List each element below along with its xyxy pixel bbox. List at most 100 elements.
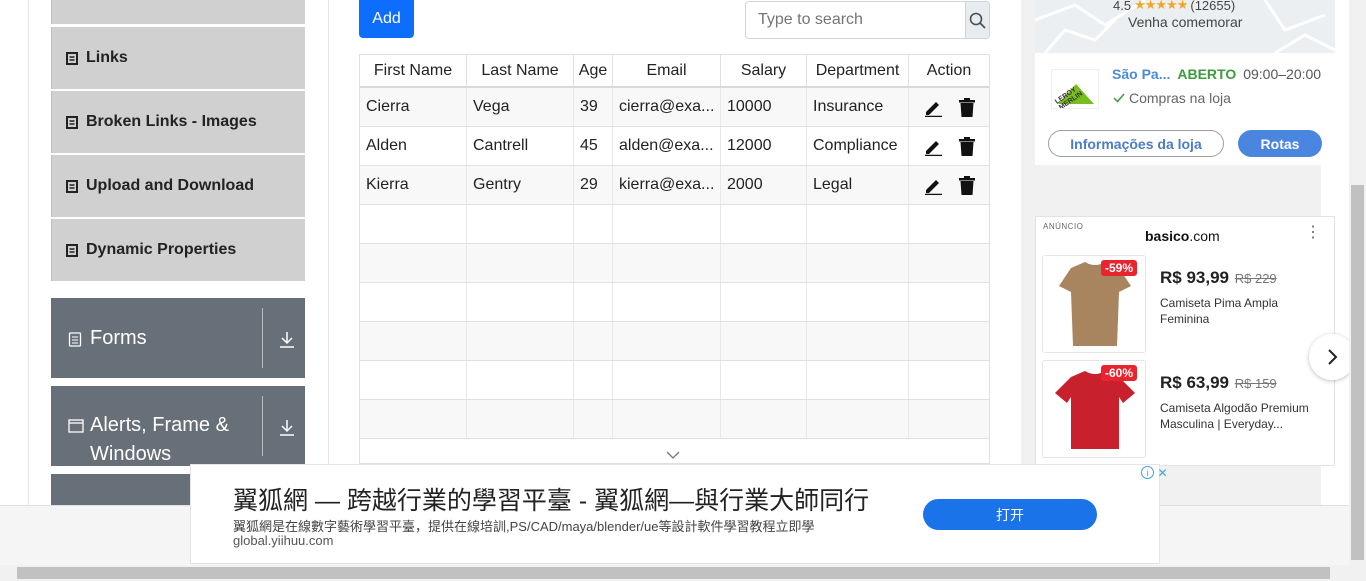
- group-label-line1: Alerts, Frame &: [90, 414, 229, 436]
- store-logo: LEROY MERLIN: [1051, 69, 1099, 109]
- stars-icon: ★★★★★: [1134, 0, 1188, 12]
- store-card[interactable]: LEROY MERLIN São Pa... ABERTO 09:00–20:0…: [1035, 53, 1335, 165]
- cell-salary: 10000: [721, 88, 807, 126]
- column-header[interactable]: Department: [807, 55, 909, 86]
- vertical-scroll-thumb[interactable]: [1351, 185, 1364, 560]
- web-table: First Name Last Name Age Email Salary De…: [359, 54, 990, 464]
- product-price: R$ 63,99 R$ 159: [1160, 373, 1277, 392]
- delete-icon[interactable]: [959, 136, 975, 156]
- cell-last-name: Vega: [467, 88, 574, 126]
- product-title[interactable]: Camiseta Pima Ampla Feminina: [1160, 295, 1320, 327]
- sidebar-item-label: Links: [86, 49, 128, 66]
- cell-first-name: Kierra: [360, 166, 467, 204]
- left-panel: Links Broken Links - Images Upload and D…: [28, 0, 329, 514]
- discount-badge: -60%: [1101, 365, 1138, 381]
- search-button[interactable]: [965, 2, 989, 38]
- cell-first-name: Alden: [360, 127, 467, 165]
- sidebar-item-broken-links[interactable]: Broken Links - Images: [51, 91, 305, 153]
- document-icon: [68, 332, 82, 347]
- cell-salary: 2000: [721, 166, 807, 204]
- edit-icon[interactable]: [923, 136, 943, 156]
- sidebar-item-links[interactable]: Links: [51, 27, 305, 89]
- store-hours: 09:00–20:00: [1243, 66, 1322, 82]
- edit-icon[interactable]: [923, 175, 943, 195]
- store-name[interactable]: São Pa...: [1112, 66, 1170, 82]
- list-icon: [66, 51, 78, 65]
- cell-age: 39: [574, 88, 613, 126]
- table-row: Alden Cantrell 45 alden@exa... 12000 Com…: [360, 127, 989, 166]
- product-ad[interactable]: ANÚNCIO basico.com ⋮ -59% R$ 93,99 R$ 22…: [1035, 216, 1335, 466]
- column-header[interactable]: Email: [613, 55, 721, 86]
- delete-icon[interactable]: [959, 97, 975, 117]
- cell-age: 29: [574, 166, 613, 204]
- sidebar-item-partial[interactable]: [51, 0, 305, 24]
- column-header[interactable]: Age: [574, 55, 613, 86]
- add-button[interactable]: Add: [359, 0, 414, 38]
- column-header[interactable]: First Name: [360, 55, 467, 86]
- product-image[interactable]: -59%: [1042, 255, 1146, 353]
- open-button[interactable]: 打开: [923, 499, 1097, 530]
- store-status: ABERTO: [1177, 66, 1237, 82]
- cell-department: Insurance: [807, 88, 909, 126]
- cell-department: Legal: [807, 166, 909, 204]
- chevron-down-icon: [666, 451, 680, 459]
- cell-action: [909, 127, 989, 165]
- map-snippet[interactable]: 4.5 ★★★★★ (12655) Venha comemorar: [1035, 0, 1335, 53]
- edit-icon[interactable]: [923, 97, 943, 117]
- group-alerts-frame-windows[interactable]: Alerts, Frame & Windows: [51, 386, 305, 466]
- group-forms[interactable]: Forms: [51, 298, 305, 378]
- sidebar-item-label: Broken Links - Images: [86, 113, 257, 130]
- table-header: First Name Last Name Age Email Salary De…: [360, 55, 989, 88]
- search-box: [745, 1, 990, 39]
- sidebar-item-label: Upload and Download: [86, 177, 254, 194]
- discount-badge: -59%: [1101, 260, 1138, 276]
- store-feature: Compras na loja: [1129, 90, 1231, 106]
- column-header[interactable]: Salary: [721, 55, 807, 86]
- check-icon: [1113, 93, 1125, 103]
- empty-row: [360, 205, 989, 244]
- table-row: Cierra Vega 39 cierra@exa... 10000 Insur…: [360, 88, 989, 127]
- cell-last-name: Cantrell: [467, 127, 574, 165]
- search-icon: [969, 12, 986, 29]
- horizontal-scroll-thumb[interactable]: [17, 567, 1330, 579]
- group-label: Forms: [90, 327, 147, 349]
- download-icon[interactable]: [278, 331, 296, 349]
- cell-email: alden@exa...: [613, 127, 721, 165]
- chevron-right-icon: [1328, 349, 1338, 365]
- cell-email: kierra@exa...: [613, 166, 721, 204]
- ad-label: ANÚNCIO: [1043, 222, 1084, 231]
- column-header[interactable]: Last Name: [467, 55, 574, 86]
- rating-value: 4.5: [1113, 0, 1132, 13]
- banner-headline[interactable]: 翼狐網 — 跨越行業的學習平臺 - 翼狐網—與行業大師同行: [233, 481, 869, 517]
- product-image[interactable]: -60%: [1042, 360, 1146, 458]
- cell-email: cierra@exa...: [613, 88, 721, 126]
- sidebar-item-upload-download[interactable]: Upload and Download: [51, 155, 305, 217]
- cell-action: [909, 88, 989, 126]
- download-icon[interactable]: [278, 419, 296, 437]
- cell-action: [909, 166, 989, 204]
- list-icon: [66, 115, 78, 129]
- directions-button[interactable]: Rotas: [1238, 130, 1322, 157]
- adchoices-icon[interactable]: i ✕: [1141, 465, 1169, 480]
- sidebar-item-label: Dynamic Properties: [86, 241, 237, 258]
- table-row: Kierra Gentry 29 kierra@exa... 2000 Lega…: [360, 166, 989, 205]
- product-title[interactable]: Camiseta Algodão Premium Masculina | Eve…: [1160, 400, 1310, 432]
- search-input[interactable]: [746, 2, 965, 38]
- column-header[interactable]: Action: [909, 55, 989, 86]
- empty-row: [360, 361, 989, 400]
- empty-row: [360, 244, 989, 283]
- more-options-icon[interactable]: ⋮: [1305, 225, 1321, 241]
- group-label-line2: Windows: [90, 443, 172, 465]
- close-icon: ✕: [1157, 465, 1168, 480]
- empty-row: [360, 283, 989, 322]
- cell-department: Compliance: [807, 127, 909, 165]
- window-icon: [68, 419, 84, 433]
- store-tagline: Venha comemorar: [1128, 14, 1243, 30]
- cell-salary: 12000: [721, 127, 807, 165]
- banner-domain: global.yiihuu.com: [233, 533, 334, 548]
- empty-row: [360, 400, 989, 439]
- product-price: R$ 93,99 R$ 229: [1160, 268, 1277, 287]
- store-info-button[interactable]: Informações da loja: [1048, 130, 1224, 157]
- sidebar-item-dynamic-properties[interactable]: Dynamic Properties: [51, 219, 305, 281]
- delete-icon[interactable]: [959, 175, 975, 195]
